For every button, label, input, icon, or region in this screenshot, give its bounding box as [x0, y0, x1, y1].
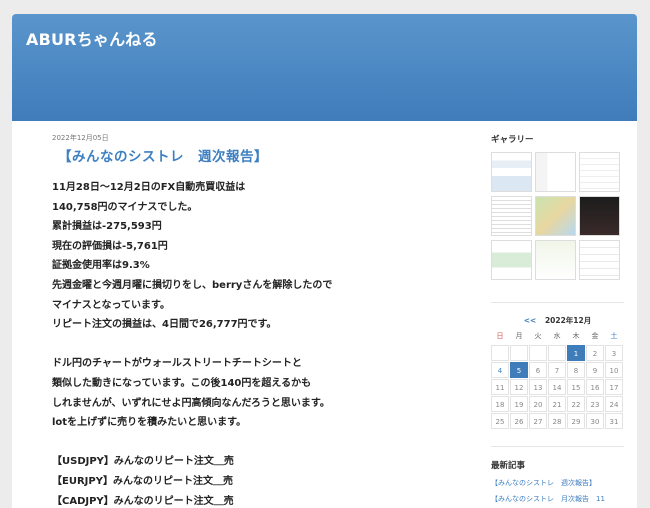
divider	[491, 446, 624, 447]
post-body-line: 累計損益は-275,593円	[52, 221, 162, 233]
calendar-day: 19	[510, 396, 528, 412]
calendar-day: 28	[548, 413, 566, 429]
post-body-line: マイナスとなっています。	[52, 299, 170, 311]
gallery-thumbnail[interactable]	[491, 196, 532, 236]
post-body-line: 証拠金使用率は9.3%	[52, 260, 150, 272]
post-body: 11月28日〜12月2日のFX自動売買収益は 140,758円のマイナスでした。累…	[52, 178, 452, 508]
calendar-day: 2	[586, 345, 604, 361]
calendar-day	[491, 345, 509, 361]
calendar-day: 21	[548, 396, 566, 412]
post-body-line: 類似した動きになっています。この後140円を超えるかも	[52, 377, 312, 389]
calendar-day: 24	[605, 396, 623, 412]
calendar-month: 2022年12月	[544, 316, 592, 325]
recent-post-link[interactable]: 【みんなのシストレ 月次報告 11	[491, 494, 605, 504]
calendar-day: 16	[586, 379, 604, 395]
post-body-line: 【EURJPY】みんなのリピート注文＿売	[52, 475, 233, 487]
gallery-thumbnail[interactable]	[535, 240, 576, 280]
gallery-thumbnail[interactable]	[579, 152, 620, 192]
calendar-weekday: 火	[529, 328, 547, 344]
calendar-day: 14	[548, 379, 566, 395]
gallery-thumbnail[interactable]	[579, 240, 620, 280]
calendar-day[interactable]: 1	[567, 345, 585, 361]
gallery-thumbnail[interactable]	[535, 152, 576, 192]
content-area: 2022年12月05日 【みんなのシストレ 週次報告】 11月28日〜12月2日…	[12, 121, 637, 508]
calendar-day: 31	[605, 413, 623, 429]
calendar-day: 9	[586, 362, 604, 378]
calendar-day: 20	[529, 396, 547, 412]
calendar-day: 23	[586, 396, 604, 412]
post-body-line: lotを上げずに売りを積みたいと思います。	[52, 417, 247, 429]
calendar-day: 3	[605, 345, 623, 361]
calendar-day[interactable]: 5	[510, 362, 528, 378]
calendar-weekday: 水	[548, 328, 566, 344]
calendar-prev-link[interactable]: <<	[524, 316, 537, 325]
calendar-day: 13	[529, 379, 547, 395]
calendar-day	[510, 345, 528, 361]
calendar-day: 27	[529, 413, 547, 429]
gallery-heading: ギャラリー	[491, 135, 534, 145]
calendar-day: 8	[567, 362, 585, 378]
post-body-line: リピート注文の損益は、4日間で26,777円です。	[52, 319, 277, 331]
post-title[interactable]: 【みんなのシストレ 週次報告】	[58, 145, 452, 165]
divider	[491, 302, 624, 303]
site-header: ABURちゃんねる	[12, 14, 637, 121]
calendar-day: 7	[548, 362, 566, 378]
post-body-line: 先週金曜と今週月曜に損切りをし、berryさんを解除したので	[52, 279, 333, 291]
calendar-day: 15	[567, 379, 585, 395]
gallery-thumbnail[interactable]	[491, 152, 532, 192]
gallery-thumbnail[interactable]	[491, 240, 532, 280]
calendar-day	[529, 345, 547, 361]
post-body-line: 【CADJPY】みんなのリピート注文＿売	[52, 495, 234, 507]
calendar-weekday: 木	[567, 328, 585, 344]
calendar-day: 26	[510, 413, 528, 429]
gallery-thumbnail[interactable]	[535, 196, 576, 236]
post-body-line	[52, 335, 452, 355]
recent-posts-heading: 最新記事	[491, 461, 526, 471]
calendar-day: 17	[605, 379, 623, 395]
post-body-line: ドル円のチャートがウォールストリートチートシートと	[52, 358, 302, 370]
calendar-weekday: 土	[605, 328, 623, 344]
site-title[interactable]: ABURちゃんねる	[26, 26, 158, 50]
post-body-line: 140,758円のマイナスでした。	[52, 201, 198, 213]
calendar-day: 22	[567, 396, 585, 412]
post-body-line: 【USDJPY】みんなのリピート注文＿売	[52, 456, 234, 468]
gallery-thumbnail[interactable]	[579, 196, 620, 236]
post-date: 2022年12月05日	[52, 134, 109, 142]
calendar-weekday: 金	[586, 328, 604, 344]
calendar-day: 18	[491, 396, 509, 412]
calendar-weekday: 月	[510, 328, 528, 344]
calendar-day: 11	[491, 379, 509, 395]
calendar-day: 29	[567, 413, 585, 429]
post-body-line	[52, 433, 452, 453]
calendar-weekday: 日	[491, 328, 509, 344]
post-body-line: 現在の評価損は-5,761円	[52, 240, 168, 252]
post-body-line: 11月28日〜12月2日のFX自動売買収益は	[52, 182, 246, 193]
calendar-header: << 2022年12月	[491, 315, 624, 326]
calendar-day: 10	[605, 362, 623, 378]
calendar-day	[548, 345, 566, 361]
calendar-day: 25	[491, 413, 509, 429]
calendar-day: 6	[529, 362, 547, 378]
calendar-day: 30	[586, 413, 604, 429]
main-column: 2022年12月05日 【みんなのシストレ 週次報告】 11月28日〜12月2日…	[52, 133, 452, 508]
post-body-line: しれませんが、いずれにせよ円高傾向なんだろうと思います。	[52, 397, 330, 409]
calendar-day: 4	[491, 362, 509, 378]
calendar-day: 12	[510, 379, 528, 395]
recent-post-link[interactable]: 【みんなのシストレ 週次報告】	[491, 478, 596, 488]
